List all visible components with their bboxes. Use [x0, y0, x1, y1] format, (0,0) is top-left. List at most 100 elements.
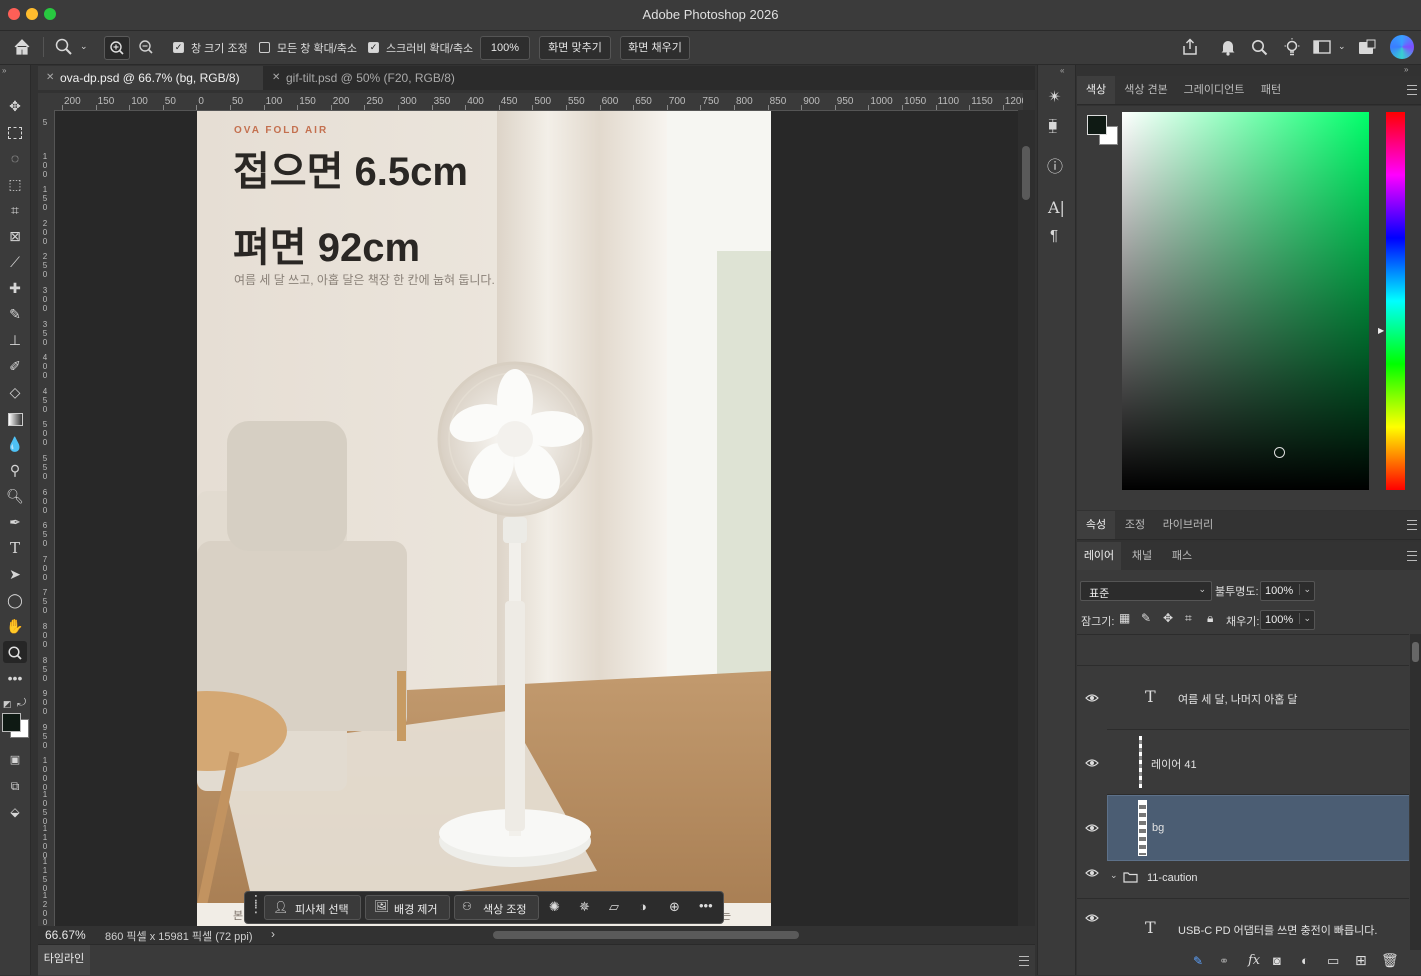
horizontal-scroll-thumb[interactable]	[493, 931, 799, 939]
screen-mode-icon[interactable]: ⧉	[3, 775, 27, 797]
marquee-tool-icon[interactable]	[3, 121, 27, 143]
character-icon[interactable]: A|	[1048, 200, 1065, 216]
eraser-tool-icon[interactable]: ◇	[3, 381, 27, 403]
timeline-menu-icon[interactable]	[1019, 956, 1029, 966]
transform-icon[interactable]: ⏥	[609, 899, 619, 915]
lock-transparency-icon[interactable]: ▦	[1119, 611, 1130, 625]
tab-color[interactable]: 색상	[1077, 76, 1115, 104]
dodge-tool-icon[interactable]: ⚲	[3, 459, 27, 481]
document-canvas[interactable]: OVA FOLD AIR 접으면 6.5cm 펴면 92cm 여름 세 달 쓰고…	[197, 111, 771, 926]
path-selection-tool-icon[interactable]: ➤	[3, 563, 27, 585]
layer-row-text-usb[interactable]: T USB-C PD 어댑터를 쓰면 충전이 빠릅니다.	[1107, 898, 1409, 951]
gradient-tool-icon[interactable]	[3, 407, 27, 429]
quick-mask-icon[interactable]: ▣	[3, 749, 27, 771]
fit-screen-button[interactable]: 화면 맞추기	[539, 36, 611, 60]
tab-channels[interactable]: 채널	[1123, 542, 1161, 570]
object-selection-tool-icon[interactable]: ⬚	[3, 173, 27, 195]
lock-all-icon[interactable]: 🔒︎	[1207, 611, 1213, 626]
canvas-area[interactable]: OVA FOLD AIR 접으면 6.5cm 펴면 92cm 여름 세 달 쓰고…	[55, 111, 1018, 926]
foreground-color-swatch[interactable]	[2, 713, 21, 732]
layer-row-bg[interactable]: bg	[1107, 795, 1409, 861]
link-layers-icon[interactable]: ⚭	[1219, 954, 1229, 968]
eye-icon[interactable]	[1085, 912, 1099, 924]
select-subject-button[interactable]: 👤︎ 피사체 선택	[264, 895, 361, 920]
tab-paths[interactable]: 패스	[1163, 542, 1201, 570]
more-options-icon[interactable]: •••	[699, 898, 713, 913]
eye-icon[interactable]	[1085, 692, 1099, 704]
opacity-field[interactable]: 100% ⌄	[1260, 581, 1315, 601]
tab-gradients[interactable]: 그레이디언트	[1177, 76, 1251, 104]
hue-slider[interactable]	[1386, 112, 1405, 490]
zoom-out-icon[interactable]	[138, 39, 154, 55]
lock-pixels-icon[interactable]: ✎	[1141, 611, 1151, 625]
ellipse-tool-icon[interactable]: ◯	[3, 589, 27, 611]
ai-icon[interactable]: ✎	[1193, 954, 1203, 968]
fill-field[interactable]: 100% ⌄	[1260, 610, 1315, 630]
eye-icon[interactable]	[1085, 867, 1099, 879]
group-expand-chevron-icon[interactable]: ⌄	[1110, 870, 1118, 881]
vertical-scrollbar[interactable]	[1018, 110, 1035, 926]
collapse-panels-chevron[interactable]: »	[1404, 66, 1408, 74]
workspace-chevron-icon[interactable]: ⌄	[1338, 42, 1346, 51]
properties-menu-icon[interactable]	[1407, 520, 1417, 530]
collapse-icons-chevron[interactable]: «	[1060, 67, 1064, 75]
generative-icon[interactable]: ✺	[549, 899, 560, 915]
layer-row-layer41[interactable]: 레이어 41	[1107, 730, 1409, 795]
discover-icon[interactable]	[1358, 39, 1376, 56]
bell-icon[interactable]	[1220, 38, 1236, 56]
lock-artboard-icon[interactable]: ⌗	[1185, 611, 1192, 626]
color-field[interactable]	[1122, 112, 1369, 490]
share-icon[interactable]	[1181, 38, 1199, 56]
crop-tool-icon[interactable]: ⌗	[3, 199, 27, 221]
magic-icon[interactable]: ✴	[1048, 90, 1061, 106]
layer-row-group-caution[interactable]: ⌄ 11-caution	[1077, 860, 1409, 899]
layers-menu-icon[interactable]	[1407, 551, 1417, 561]
eye-icon[interactable]	[1085, 757, 1099, 769]
tab-adjustments[interactable]: 조정	[1117, 511, 1153, 539]
zoom-tool-icon[interactable]	[3, 641, 27, 663]
panel-foreground-swatch[interactable]	[1087, 115, 1107, 135]
workspace-icon[interactable]	[1313, 40, 1331, 54]
drag-handle-icon[interactable]: ⋮ ⋮	[249, 893, 263, 914]
pen-tool-icon[interactable]: ✒	[3, 511, 27, 533]
chevron-down-icon[interactable]: ⌄	[80, 42, 88, 51]
hue-slider-handle[interactable]: ▶	[1378, 326, 1384, 335]
tab-gif-tilt[interactable]: ✕ gif-tilt.psd @ 50% (F20, RGB/8)	[264, 66, 501, 90]
vertical-scroll-thumb[interactable]	[1022, 146, 1030, 200]
move-tool-icon[interactable]: ✥	[3, 95, 27, 117]
zoom-level[interactable]: 66.67%	[45, 928, 86, 942]
layer-row-partial[interactable]	[1077, 635, 1409, 666]
home-icon[interactable]	[13, 39, 31, 55]
lock-position-icon[interactable]: ✥	[1163, 611, 1173, 625]
fx-icon[interactable]: fx	[1248, 953, 1260, 968]
paragraph-icon[interactable]: ¶	[1050, 228, 1058, 243]
status-menu-arrow[interactable]: ›	[271, 927, 275, 941]
tab-patterns[interactable]: 패턴	[1253, 76, 1289, 104]
type-tool-icon[interactable]: T	[3, 537, 27, 559]
default-colors-icon[interactable]: ◩	[3, 699, 12, 710]
new-layer-icon[interactable]: ⊞	[1355, 952, 1367, 969]
tab-properties[interactable]: 속성	[1077, 511, 1115, 539]
close-tab-icon[interactable]: ✕	[272, 66, 280, 90]
layers-scroll-thumb[interactable]	[1412, 642, 1419, 662]
hand-tool-icon[interactable]: ✋	[3, 615, 27, 637]
more-tools-icon[interactable]: •••	[3, 667, 27, 689]
tab-libraries[interactable]: 라이브러리	[1155, 511, 1221, 539]
blur-tool-icon[interactable]: 💧	[3, 433, 27, 455]
lasso-tool-icon[interactable]: ◌	[3, 147, 27, 169]
add-layer-icon[interactable]: ⊕	[669, 899, 680, 915]
scrubby-zoom-checkbox[interactable]: ✓	[368, 42, 379, 53]
color-picker-cursor[interactable]	[1274, 447, 1285, 458]
collapse-chevron-icon[interactable]: »	[2, 67, 6, 75]
zoom-all-windows-checkbox[interactable]	[259, 42, 270, 53]
contrast-icon[interactable]: ◑	[639, 899, 647, 914]
zoom-icon[interactable]	[55, 38, 73, 56]
zoom-magnify-tool-icon[interactable]: 🔍︎	[3, 485, 27, 507]
delete-layer-icon[interactable]: 🗑︎	[1381, 952, 1399, 969]
blend-mode-select[interactable]: 표준 ⌄	[1080, 581, 1212, 601]
tab-swatches[interactable]: 색상 견본	[1117, 76, 1175, 104]
eyedropper-tool-icon[interactable]: ⟋	[3, 251, 27, 273]
stamp-tool-icon[interactable]: ⊥	[3, 329, 27, 351]
sparkle-icon[interactable]: ✵	[579, 899, 590, 915]
avatar[interactable]	[1390, 35, 1414, 59]
